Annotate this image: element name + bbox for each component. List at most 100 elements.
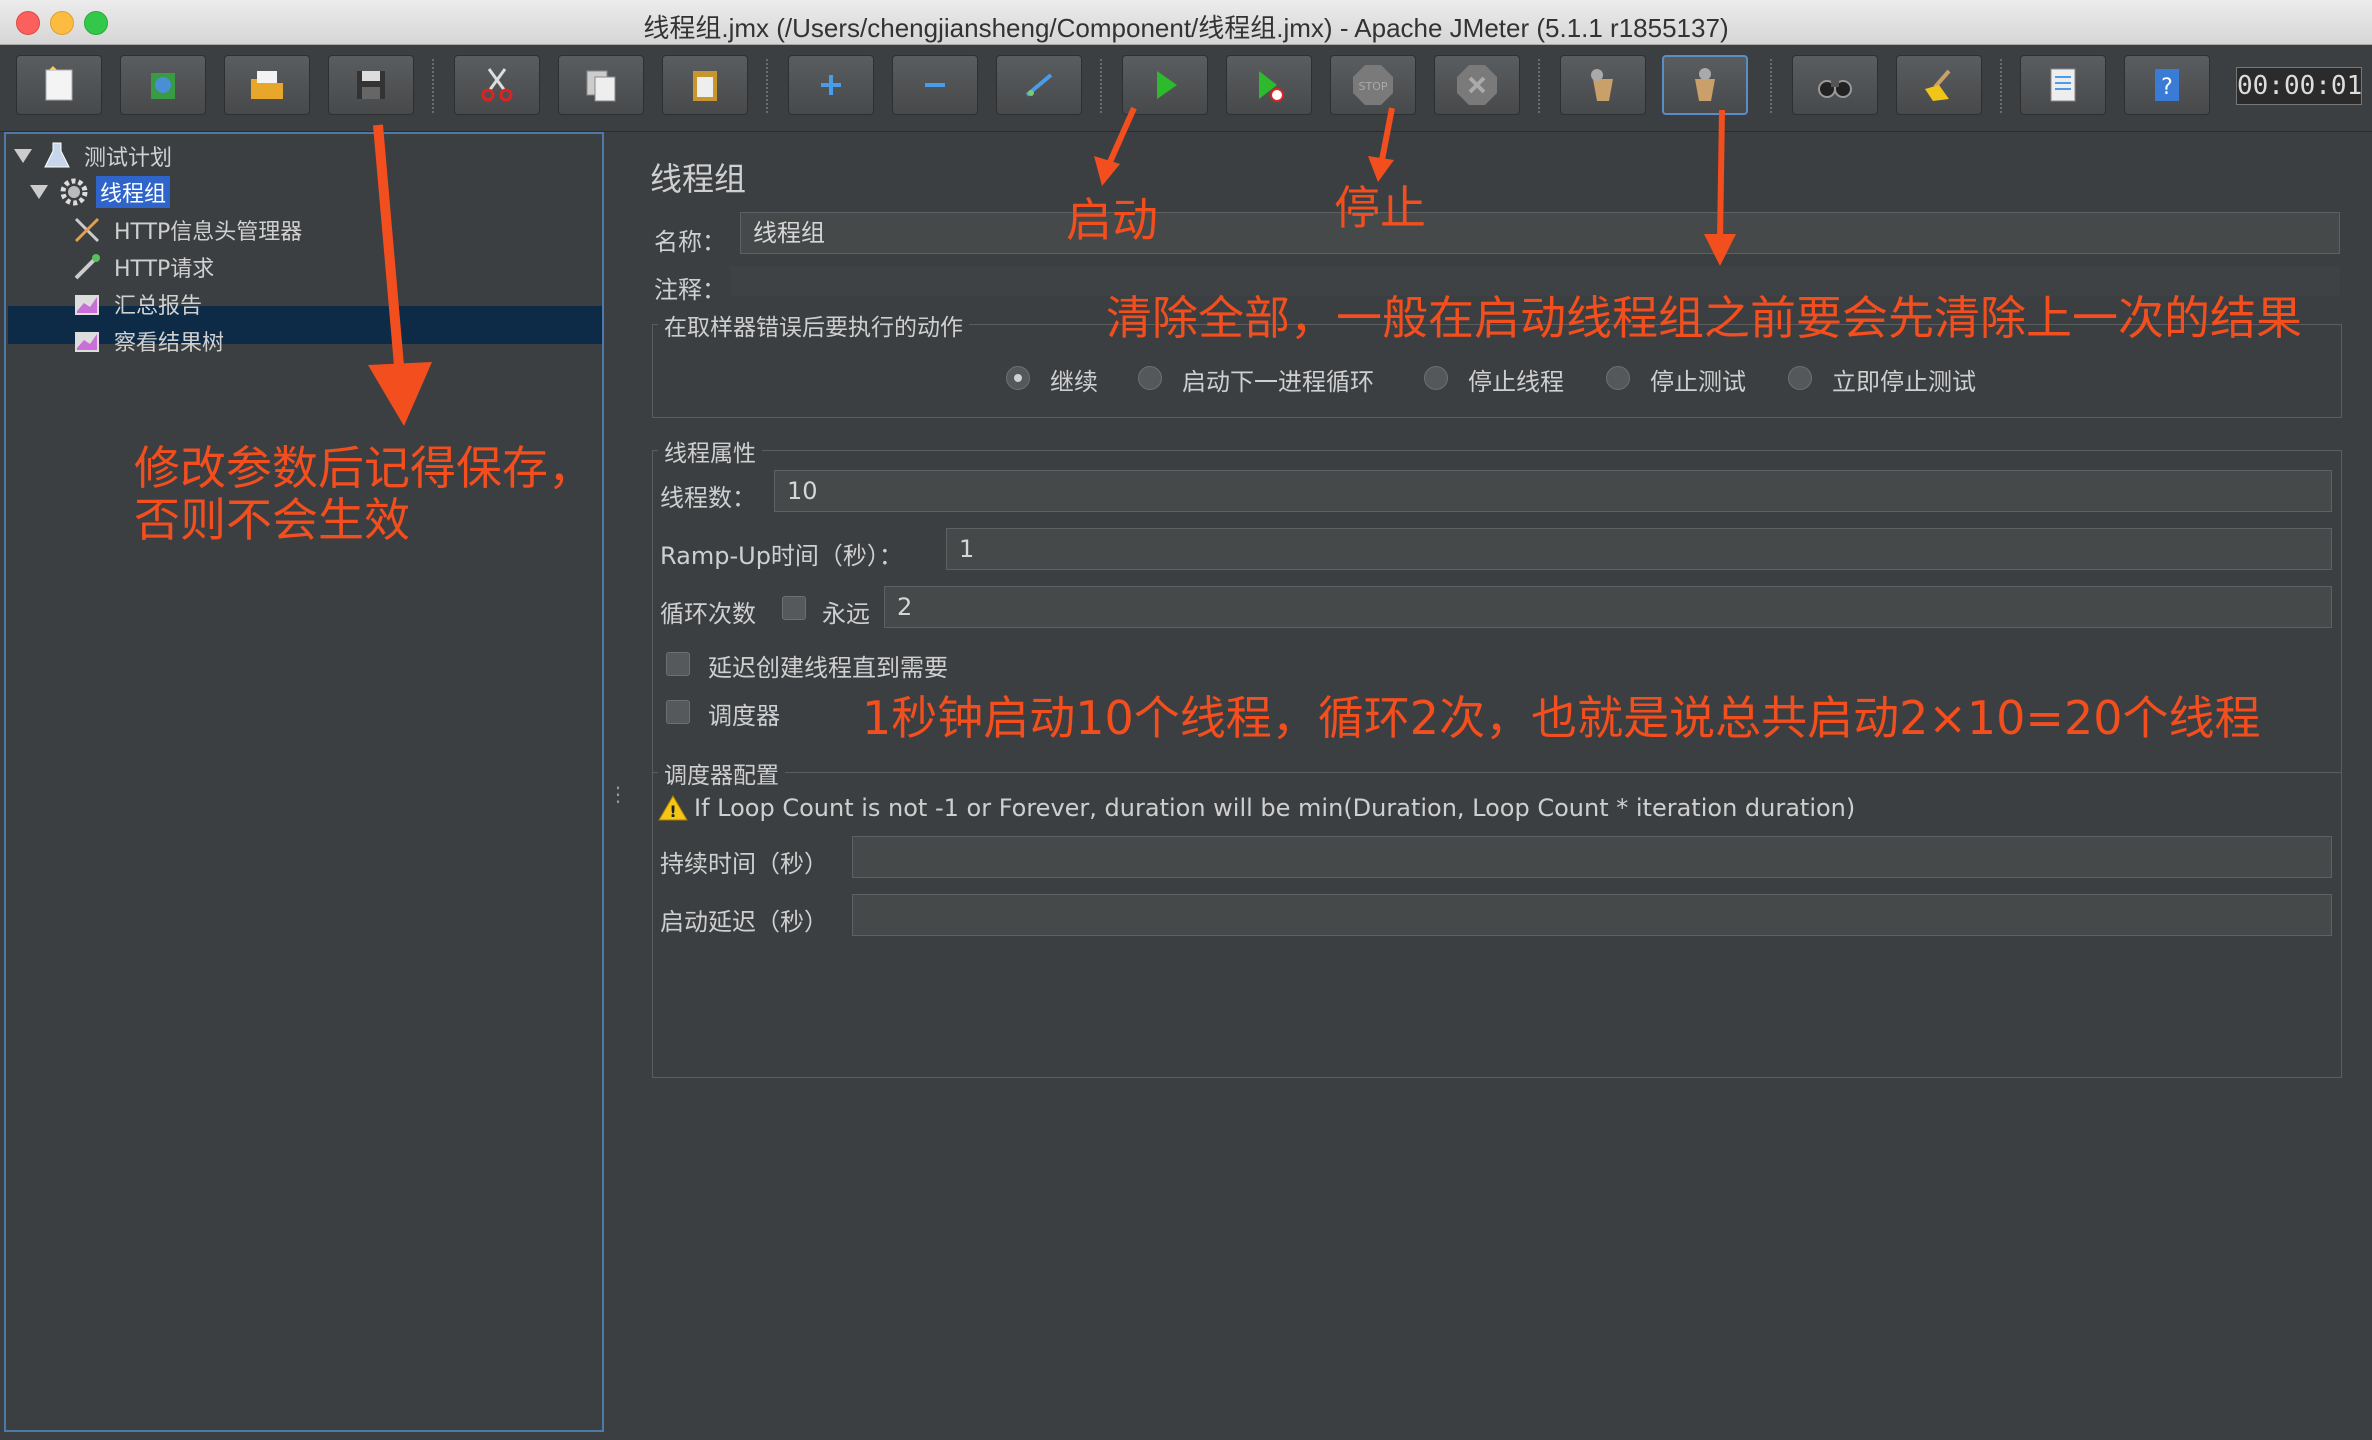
- toolbar: STOP ? 00:00:01: [0, 45, 2372, 132]
- radio-stop-test[interactable]: [1606, 366, 1630, 390]
- radio-stop-test-now[interactable]: [1788, 366, 1812, 390]
- radio-stop-thread-label[interactable]: 停止线程: [1468, 362, 1564, 397]
- scheduler-config-legend: 调度器配置: [658, 756, 785, 790]
- search-button[interactable]: [1792, 55, 1878, 115]
- help-button[interactable]: ?: [2124, 55, 2210, 115]
- expand-all-button[interactable]: [788, 55, 874, 115]
- startup-delay-label: 启动延迟（秒）: [660, 908, 828, 936]
- radio-stop-thread[interactable]: [1424, 366, 1448, 390]
- reset-search-icon: [1925, 69, 1951, 101]
- tree-item-label: HTTP信息头管理器: [114, 220, 303, 245]
- chart-icon: [72, 326, 102, 356]
- loop-count-label: 循环次数: [660, 600, 756, 628]
- tree-item-label: 线程组: [96, 176, 171, 208]
- svg-text:STOP: STOP: [1359, 80, 1388, 93]
- save-button[interactable]: [328, 55, 414, 115]
- elapsed-timer: 00:00:01: [2236, 67, 2362, 105]
- pipette-icon: [72, 252, 102, 282]
- start-no-pauses-button[interactable]: [1226, 55, 1312, 115]
- expand-triangle-icon[interactable]: [30, 185, 48, 199]
- tree-item-thread-group[interactable]: 线程组: [30, 174, 171, 210]
- scheduler-label[interactable]: 调度器: [708, 696, 780, 731]
- clear-icon: [1591, 69, 1613, 101]
- collapse-all-button[interactable]: [892, 55, 978, 115]
- tree-item-label: 测试计划: [84, 146, 173, 171]
- stop-icon: STOP: [1353, 65, 1393, 105]
- name-label: 名称：: [654, 228, 726, 256]
- threads-label: 线程数：: [660, 484, 756, 512]
- start-no-pauses-icon: [1259, 71, 1284, 102]
- radio-stop-test-label[interactable]: 停止测试: [1650, 362, 1746, 397]
- gear-icon: [58, 177, 88, 207]
- thread-properties-legend: 线程属性: [658, 434, 762, 468]
- function-helper-icon: [2050, 68, 2076, 102]
- tree-item-view-results-tree[interactable]: 察看结果树: [72, 323, 228, 359]
- rampup-field[interactable]: 1: [946, 528, 2332, 570]
- reset-search-button[interactable]: [1896, 55, 1982, 115]
- clear-all-button[interactable]: [1662, 55, 1748, 115]
- tree-item-label: 察看结果树: [114, 331, 225, 356]
- flask-icon: [42, 141, 72, 171]
- paste-icon: [693, 71, 717, 101]
- templates-icon: [151, 73, 175, 99]
- delay-thread-creation-checkbox[interactable]: [666, 652, 690, 676]
- toggle-button[interactable]: [996, 55, 1082, 115]
- paste-button[interactable]: [662, 55, 748, 115]
- start-button[interactable]: [1122, 55, 1208, 115]
- toggle-icon: [1025, 73, 1053, 97]
- radio-stop-test-now-label[interactable]: 立即停止测试: [1832, 362, 1976, 397]
- tree-item-label: 汇总报告: [114, 294, 203, 319]
- copy-icon: [586, 70, 616, 102]
- forever-label[interactable]: 永远: [822, 594, 870, 629]
- clear-button[interactable]: [1560, 55, 1646, 115]
- clear-all-annotation: 清除全部，一般在启动线程组之前要会先清除上一次的结果: [1106, 291, 2302, 345]
- title-bar: 线程组.jmx (/Users/chengjiansheng/Component…: [0, 0, 2372, 45]
- shutdown-icon: [1457, 65, 1497, 105]
- expand-icon: [821, 75, 841, 95]
- delay-thread-creation-label[interactable]: 延迟创建线程直到需要: [708, 648, 948, 683]
- panel-splitter[interactable]: ⋮: [604, 132, 628, 1432]
- save-icon: [357, 71, 385, 99]
- copy-button[interactable]: [558, 55, 644, 115]
- tree-item-http-header-manager[interactable]: HTTP信息头管理器: [72, 212, 306, 248]
- radio-continue-label[interactable]: 继续: [1050, 362, 1098, 397]
- chart-icon: [72, 289, 102, 319]
- new-icon: [45, 66, 73, 101]
- scheduler-checkbox[interactable]: [666, 700, 690, 724]
- startup-delay-field[interactable]: [852, 894, 2332, 936]
- clear-all-icon: [1695, 68, 1715, 101]
- radio-start-next-loop-label[interactable]: 启动下一进程循环: [1182, 362, 1374, 397]
- radio-start-next-loop[interactable]: [1138, 366, 1162, 390]
- tools-icon: [72, 215, 102, 245]
- help-icon: ?: [2155, 69, 2179, 101]
- window-title: 线程组.jmx (/Users/chengjiansheng/Component…: [643, 13, 1729, 43]
- warning-icon: !: [658, 795, 688, 821]
- comment-label: 注释：: [654, 276, 726, 304]
- new-button[interactable]: [16, 55, 102, 115]
- collapse-icon: [925, 83, 945, 87]
- radio-continue[interactable]: [1006, 366, 1030, 390]
- tree-item-summary-report[interactable]: 汇总报告: [72, 286, 206, 322]
- cut-button[interactable]: [454, 55, 540, 115]
- scheduler-warning: If Loop Count is not -1 or Forever, dura…: [694, 794, 1856, 822]
- rampup-label: Ramp-Up时间（秒）：: [660, 542, 903, 570]
- open-button[interactable]: [224, 55, 310, 115]
- tree-item-label: HTTP请求: [114, 257, 215, 282]
- test-plan-tree[interactable]: 测试计划 线程组 HTTP信息头管理器 HTTP请求 汇总报告 察看结果树: [4, 132, 604, 1432]
- loop-count-field[interactable]: 2: [884, 586, 2332, 628]
- name-field[interactable]: 线程组: [740, 212, 2340, 254]
- start-annotation: 启动: [1066, 193, 1158, 247]
- forever-checkbox[interactable]: [782, 596, 806, 620]
- search-icon: [1818, 79, 1852, 98]
- duration-field[interactable]: [852, 836, 2332, 878]
- shutdown-button[interactable]: [1434, 55, 1520, 115]
- page-title: 线程组: [650, 160, 747, 198]
- cut-icon: [481, 68, 513, 102]
- templates-button[interactable]: [120, 55, 206, 115]
- expand-triangle-icon[interactable]: [14, 149, 32, 163]
- tree-item-test-plan[interactable]: 测试计划: [14, 138, 176, 174]
- stop-button[interactable]: STOP: [1330, 55, 1416, 115]
- function-helper-button[interactable]: [2020, 55, 2106, 115]
- threads-field[interactable]: 10: [774, 470, 2332, 512]
- tree-item-http-request[interactable]: HTTP请求: [72, 249, 218, 285]
